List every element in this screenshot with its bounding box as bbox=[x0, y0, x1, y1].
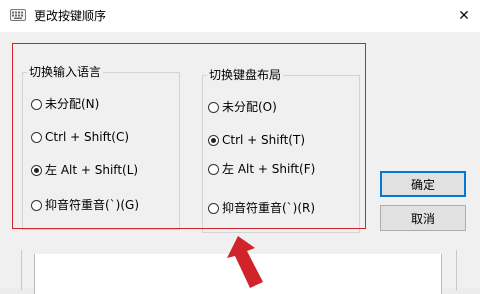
highlight-box bbox=[12, 43, 366, 229]
ok-button-label: 确定 bbox=[410, 177, 435, 192]
keyboard-icon bbox=[10, 9, 26, 21]
cancel-button[interactable]: 取消 bbox=[380, 205, 466, 231]
annotation-arrow-icon bbox=[227, 236, 263, 288]
close-button[interactable]: ✕ bbox=[450, 4, 478, 28]
ok-button[interactable]: 确定 bbox=[380, 171, 466, 197]
cancel-button-label: 取消 bbox=[410, 211, 435, 226]
change-key-sequence-dialog: 更改按键顺序 ✕ 切换输入语言 未分配(N) Ctrl + Shift(C) 左… bbox=[0, 0, 480, 294]
window-title: 更改按键顺序 bbox=[34, 9, 107, 23]
close-icon: ✕ bbox=[458, 8, 470, 24]
title-bar: 更改按键顺序 ✕ bbox=[0, 0, 480, 32]
